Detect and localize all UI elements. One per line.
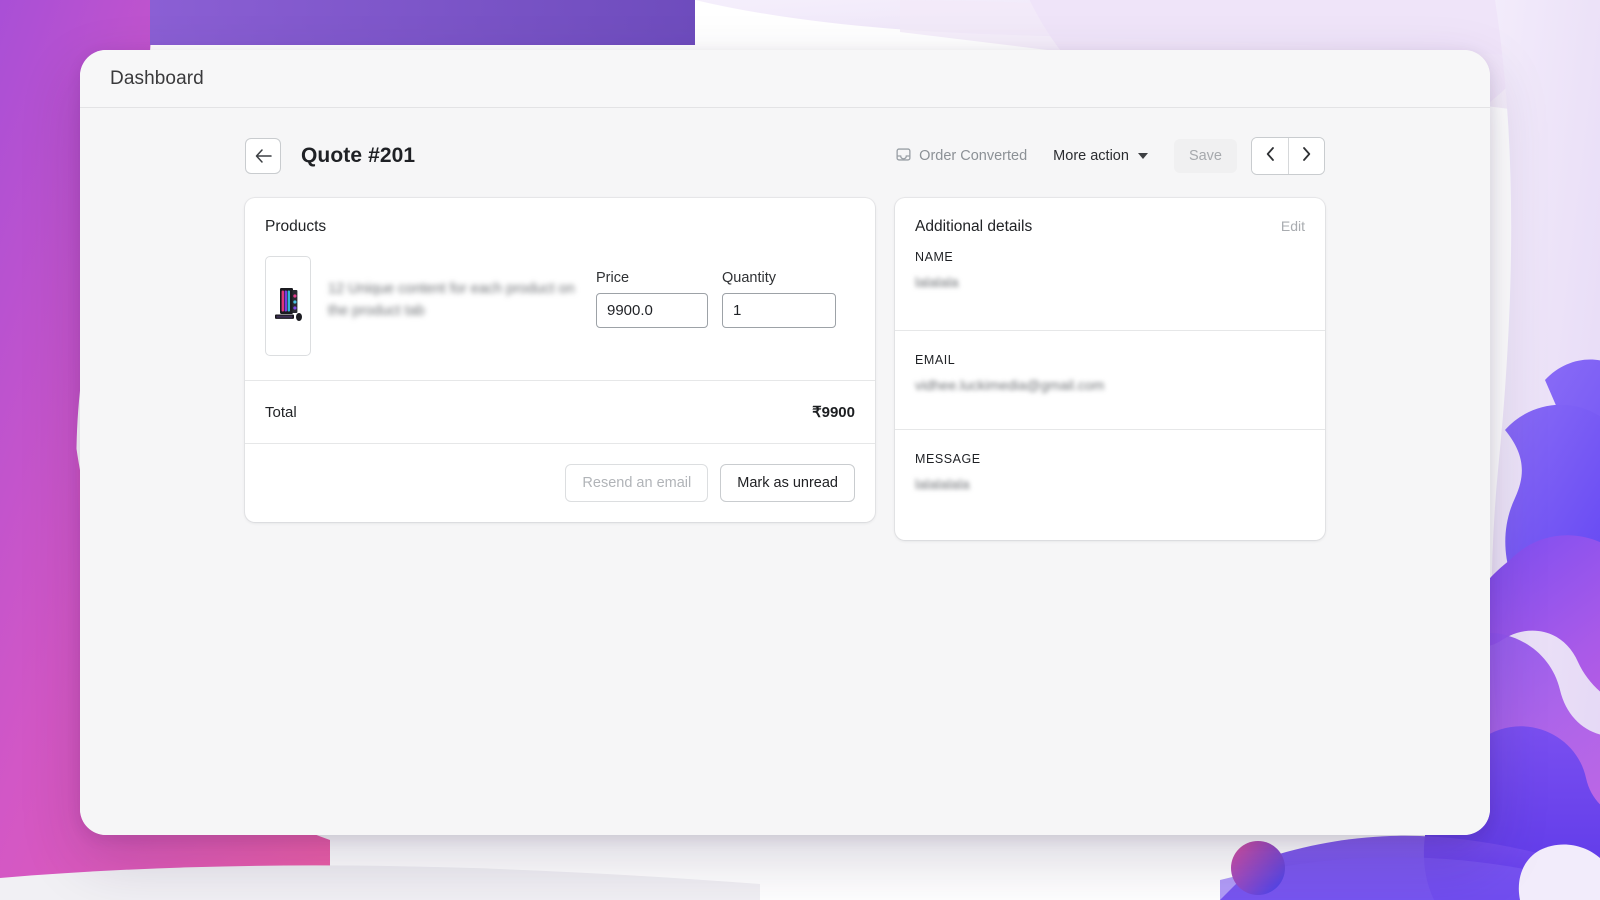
arrow-left-icon: [255, 149, 272, 163]
chevron-down-icon: [1137, 153, 1148, 159]
gradient-dot: [1231, 841, 1285, 895]
next-page-button[interactable]: [1288, 138, 1324, 174]
status-badge-label: Order Converted: [919, 148, 1028, 164]
pager: [1251, 137, 1325, 175]
detail-label: MESSAGE: [915, 452, 981, 466]
status-badge: Order Converted: [896, 147, 1027, 166]
quantity-input[interactable]: [722, 293, 836, 328]
content-grid: Products 12 Unique content for each prod…: [245, 198, 1325, 540]
detail-value: lalalala: [915, 274, 959, 290]
detail-value: lalalalala: [915, 476, 970, 492]
resend-email-button[interactable]: Resend an email: [565, 464, 709, 502]
detail-value: vidhee.luckimedia@gmail.com: [915, 377, 1105, 393]
detail-label: NAME: [915, 250, 954, 264]
back-button[interactable]: [245, 138, 281, 174]
detail-block-email: EMAIL vidhee.luckimedia@gmail.com: [895, 330, 1325, 429]
gaming-pc-thumbnail-icon: [271, 284, 305, 329]
edit-link[interactable]: Edit: [1281, 218, 1305, 234]
detail-block-name: NAME lalalala: [895, 236, 1325, 330]
total-row: Total ₹9900: [245, 380, 875, 443]
total-label: Total: [265, 403, 297, 421]
top-purple-bar: [150, 0, 695, 45]
product-thumbnail[interactable]: [265, 256, 311, 356]
more-action-label: More action: [1053, 148, 1129, 164]
price-label: Price: [596, 270, 630, 286]
additional-details-header: Additional details Edit: [895, 198, 1325, 236]
products-column: Products 12 Unique content for each prod…: [245, 198, 875, 522]
additional-details-card: Additional details Edit NAME lalalala EM…: [895, 198, 1325, 540]
details-column: Additional details Edit NAME lalalala EM…: [895, 198, 1325, 540]
page-title: Dashboard: [110, 67, 204, 89]
price-input[interactable]: [596, 293, 708, 328]
inbox-icon: [896, 147, 911, 166]
save-button[interactable]: Save: [1173, 139, 1237, 173]
product-row: 12 Unique content for each product on th…: [245, 236, 875, 380]
products-footer-actions: Resend an email Mark as unread: [245, 443, 875, 522]
page-body: Quote #201 Order Converted More action S…: [80, 108, 1490, 835]
chevron-right-icon: [1302, 146, 1311, 166]
page-header: Quote #201 Order Converted More action S…: [245, 134, 1325, 178]
topbar: Dashboard: [80, 50, 1490, 108]
product-name: 12 Unique content for each product on th…: [328, 281, 575, 320]
products-card-title: Products: [265, 218, 327, 235]
price-field-group: Price: [596, 270, 708, 328]
prev-page-button[interactable]: [1252, 138, 1288, 174]
header-actions: Order Converted More action Save: [896, 137, 1325, 175]
additional-details-title: Additional details: [915, 218, 1033, 235]
products-card: Products 12 Unique content for each prod…: [245, 198, 875, 522]
app-window: Dashboard Quote #201 Order Converted Mor…: [80, 50, 1490, 835]
quantity-label: Quantity: [722, 270, 776, 286]
chevron-left-icon: [1266, 146, 1275, 166]
detail-label: EMAIL: [915, 353, 956, 367]
more-action-button[interactable]: More action: [1053, 148, 1148, 164]
quantity-field-group: Quantity: [722, 270, 836, 328]
mark-as-unread-button[interactable]: Mark as unread: [720, 464, 855, 502]
detail-block-message: MESSAGE lalalalala: [895, 429, 1325, 540]
total-amount: ₹9900: [812, 404, 855, 421]
quote-title: Quote #201: [301, 144, 416, 167]
